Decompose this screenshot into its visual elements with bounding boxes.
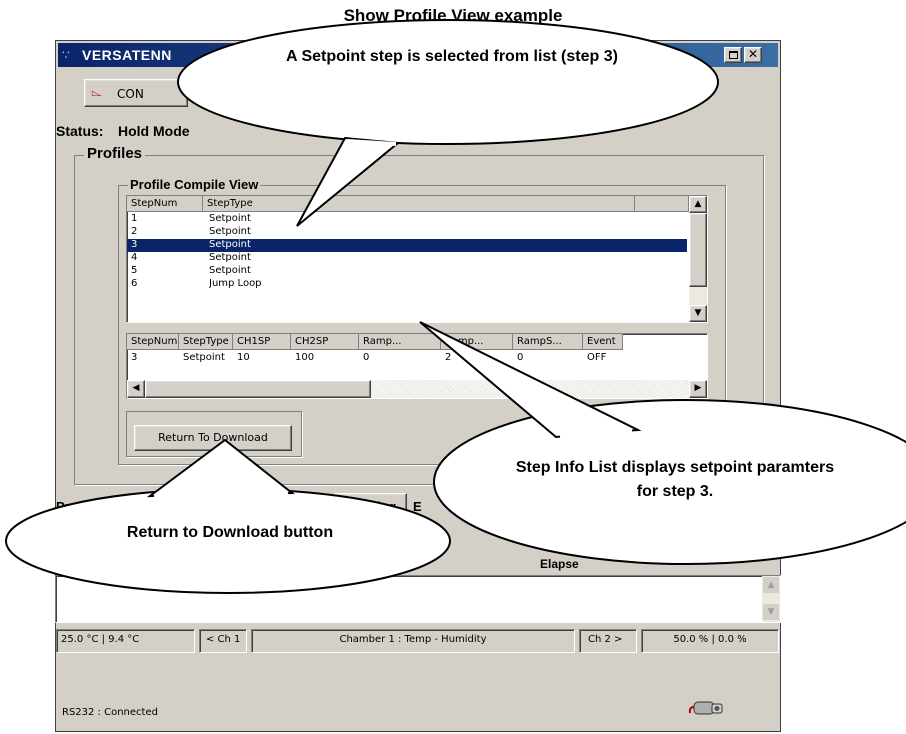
callout-setpoint-ellipse xyxy=(177,19,719,145)
callout-return-text: Return to Download button xyxy=(126,524,334,541)
callout-return-pointer xyxy=(146,438,295,498)
callout-info-text: Step Info List displays setpoint paramte… xyxy=(515,459,835,500)
callout-layer xyxy=(5,19,906,594)
callout-setpoint-pointer xyxy=(296,136,401,227)
callout-setpoint-text: A Setpoint step is selected from list (s… xyxy=(286,48,618,65)
